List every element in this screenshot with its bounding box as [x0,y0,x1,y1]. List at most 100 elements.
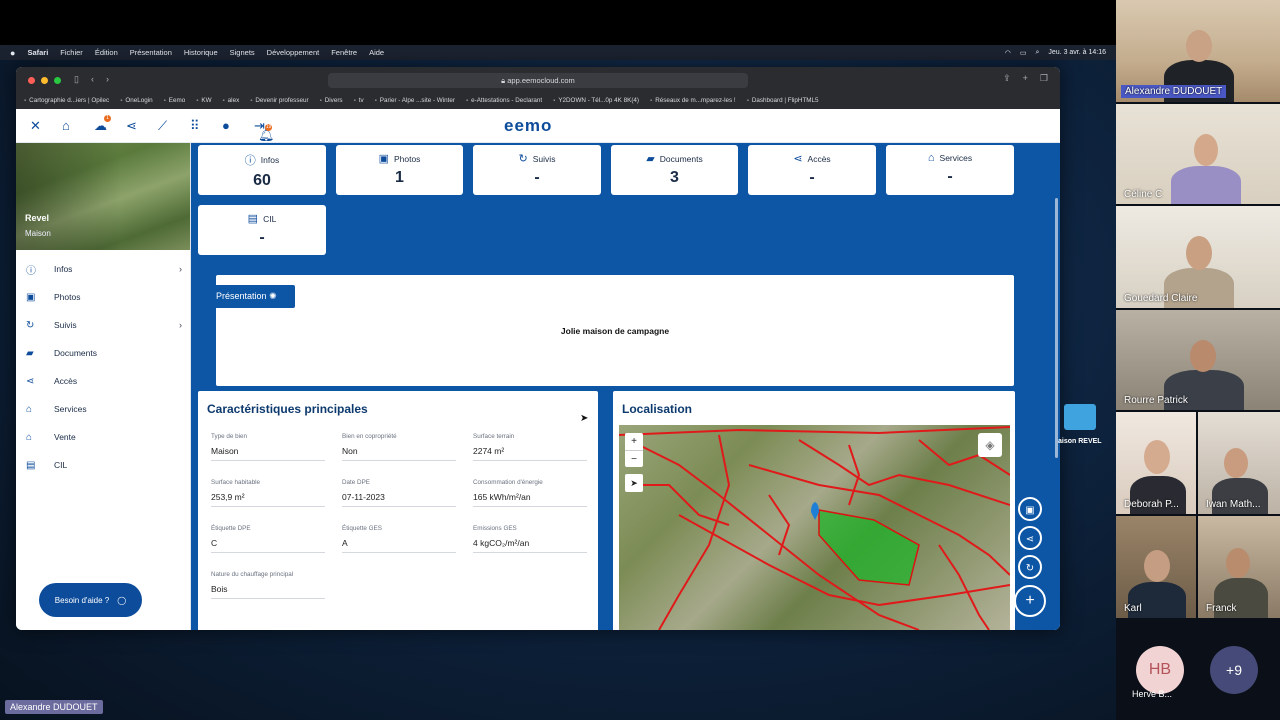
zoom-window-button[interactable] [54,77,61,84]
close-window-button[interactable] [28,77,35,84]
bookmark[interactable]: Cartographie d...iers | Opilec [24,97,109,104]
card-photos[interactable]: ▣ Photos 1 [336,145,463,195]
bookmark[interactable]: tv [354,97,364,104]
sidebar-item-acces[interactable]: ⋖ Accès [16,367,190,395]
sidebar-toggle-icon[interactable]: ▯ [74,74,79,85]
bookmark[interactable]: Eemo [164,97,185,104]
participant-tile[interactable]: Deborah P... [1116,412,1196,514]
scrollbar[interactable] [1055,198,1058,458]
home-icon[interactable]: ⌂ [62,118,94,133]
bookmark[interactable]: Divers [320,97,343,104]
gallery-fab[interactable]: ▣ [1018,497,1042,521]
help-button[interactable]: Besoin d'aide ? ◯ [39,583,142,617]
selected-parcel[interactable] [818,509,920,586]
field-etiquette-dpe[interactable]: Étiquette DPE C [211,525,325,553]
bookmark[interactable]: Réseaux de m...mparez-les ! [650,97,736,104]
field-type-de-bien[interactable]: Type de bien Maison [211,433,325,461]
search-icon[interactable]: ⌕ [1035,49,1039,57]
menu-fenetre[interactable]: Fenêtre [331,48,357,57]
participant-tile[interactable]: Franck [1198,516,1280,618]
bookmark[interactable]: Y2DOWN - Tél...0p 4K 8K(4) [553,97,639,104]
tabs-overview-icon[interactable]: ❐ [1040,73,1048,84]
location-pin-icon[interactable] [811,502,819,520]
bookmark[interactable]: Dashboard | FlipHTML5 [747,97,819,104]
menu-presentation[interactable]: Présentation [130,48,172,57]
participant-tile[interactable]: Rourre Patrick [1116,310,1280,410]
share-icon[interactable]: ⋖ [126,118,158,134]
grid-icon[interactable]: ⠿ [190,118,222,134]
menubar-datetime[interactable]: Jeu. 3 avr. à 14:16 [1048,49,1106,56]
more-participants-button[interactable]: +9 [1210,646,1258,694]
property-photo[interactable]: Revel Maison [16,143,190,250]
user-icon[interactable]: ● [222,118,254,133]
share-fab[interactable]: ⋖ [1018,526,1042,550]
field-consommation[interactable]: Consommation d'énergie 165 kWh/m²/an [473,479,587,507]
field-date-dpe[interactable]: Date DPE 07-11-2023 [342,479,456,507]
sidebar-item-services[interactable]: ⌂ Services [16,395,190,423]
sidebar-item-cil[interactable]: ▤ CIL [16,451,190,479]
field-chauffage[interactable]: Nature du chauffage principal Bois [211,571,325,599]
field-emissions-ges[interactable]: Emissions GES 4 kgCO₂/m²/an [473,525,587,553]
cloud-upload-icon[interactable]: ☁ 1 [94,114,126,134]
layers-icon[interactable]: ◈ [978,433,1002,457]
sidebar-item-vente[interactable]: ⌂ Vente [16,423,190,451]
locate-icon[interactable]: ➤ [625,474,643,492]
zoom-out-button[interactable]: − [625,450,643,468]
field-copropriete[interactable]: Bien en copropriété Non [342,433,456,461]
bookmark[interactable]: e-Attestations - Declarant [466,97,542,104]
participant-tile[interactable]: Céline C [1116,104,1280,204]
menu-historique[interactable]: Historique [184,48,218,57]
menu-developpement[interactable]: Développement [267,48,320,57]
trend-icon[interactable]: ⟋ [158,118,190,134]
participant-tile[interactable]: Iwan Math... [1198,412,1280,514]
card-label: Infos [260,155,280,165]
menu-aide[interactable]: Aide [369,48,384,57]
bookmark[interactable]: OneLogin [120,97,152,104]
close-icon[interactable]: ✕ [30,118,62,134]
mouse-cursor-icon: ➤ [580,413,589,424]
card-infos[interactable]: ⓘ Infos 60 [198,145,326,195]
card-suivis[interactable]: ↻ Suivis - [473,145,601,195]
new-tab-icon[interactable]: + [1023,73,1028,84]
wifi-icon[interactable]: ◠ [1005,49,1011,57]
menubar-app[interactable]: Safari [27,48,48,57]
bell-icon[interactable]: 🔔︎ 19 [258,123,290,143]
card-acces[interactable]: ⋖ Accès - [748,145,876,195]
back-icon[interactable]: ‹ [91,74,94,85]
apple-icon[interactable]: ● [10,48,15,58]
desktop-folder-icon[interactable] [1064,404,1096,430]
presentation-tag[interactable]: Présentation ✺ [198,285,295,308]
sidebar-item-documents[interactable]: ▰ Documents [16,339,190,367]
menu-fichier[interactable]: Fichier [60,48,83,57]
add-fab[interactable]: + [1014,585,1046,617]
desktop-folder-label[interactable]: aison REVEL [1058,438,1102,445]
field-surface-terrain[interactable]: Surface terrain 2274 m² [473,433,587,461]
bookmark[interactable]: Parier - Alpe ...site - Winter [375,97,455,104]
field-etiquette-ges[interactable]: Étiquette GES A [342,525,456,553]
card-services[interactable]: ⌂ Services - [886,145,1014,195]
participant-avatar[interactable]: HB [1136,646,1184,694]
menu-edition[interactable]: Édition [95,48,118,57]
bookmark[interactable]: KW [196,97,211,104]
sidebar-item-infos[interactable]: ⓘ Infos › [16,255,190,283]
participant-tile[interactable]: Gouedard Claire [1116,206,1280,308]
minimize-window-button[interactable] [41,77,48,84]
parcel-map[interactable]: + − ➤ ◈ [619,425,1010,630]
url-bar[interactable]: 🔒︎ app.eemocloud.com [328,73,748,88]
battery-icon[interactable]: ▭ [1020,49,1027,57]
bookmark[interactable]: alex [223,97,240,104]
card-documents[interactable]: ▰ Documents 3 [611,145,738,195]
bookmark[interactable]: Devenir professeur [250,97,308,104]
participant-tile[interactable]: Karl [1116,516,1196,618]
eemo-logo[interactable]: eemo [504,116,552,136]
history-fab[interactable]: ↻ [1018,555,1042,579]
sidebar-item-suivis[interactable]: ↻ Suivis › [16,311,190,339]
sidebar-item-photos[interactable]: ▣ Photos [16,283,190,311]
share-page-icon[interactable]: ⇪ [1003,73,1011,84]
card-cil[interactable]: ▤ CIL - [198,205,326,255]
forward-icon[interactable]: › [106,74,109,85]
zoom-in-button[interactable]: + [625,433,643,450]
field-surface-habitable[interactable]: Surface habitable 253,9 m² [211,479,325,507]
participant-tile[interactable]: Alexandre DUDOUET [1116,0,1280,102]
menu-signets[interactable]: Signets [230,48,255,57]
